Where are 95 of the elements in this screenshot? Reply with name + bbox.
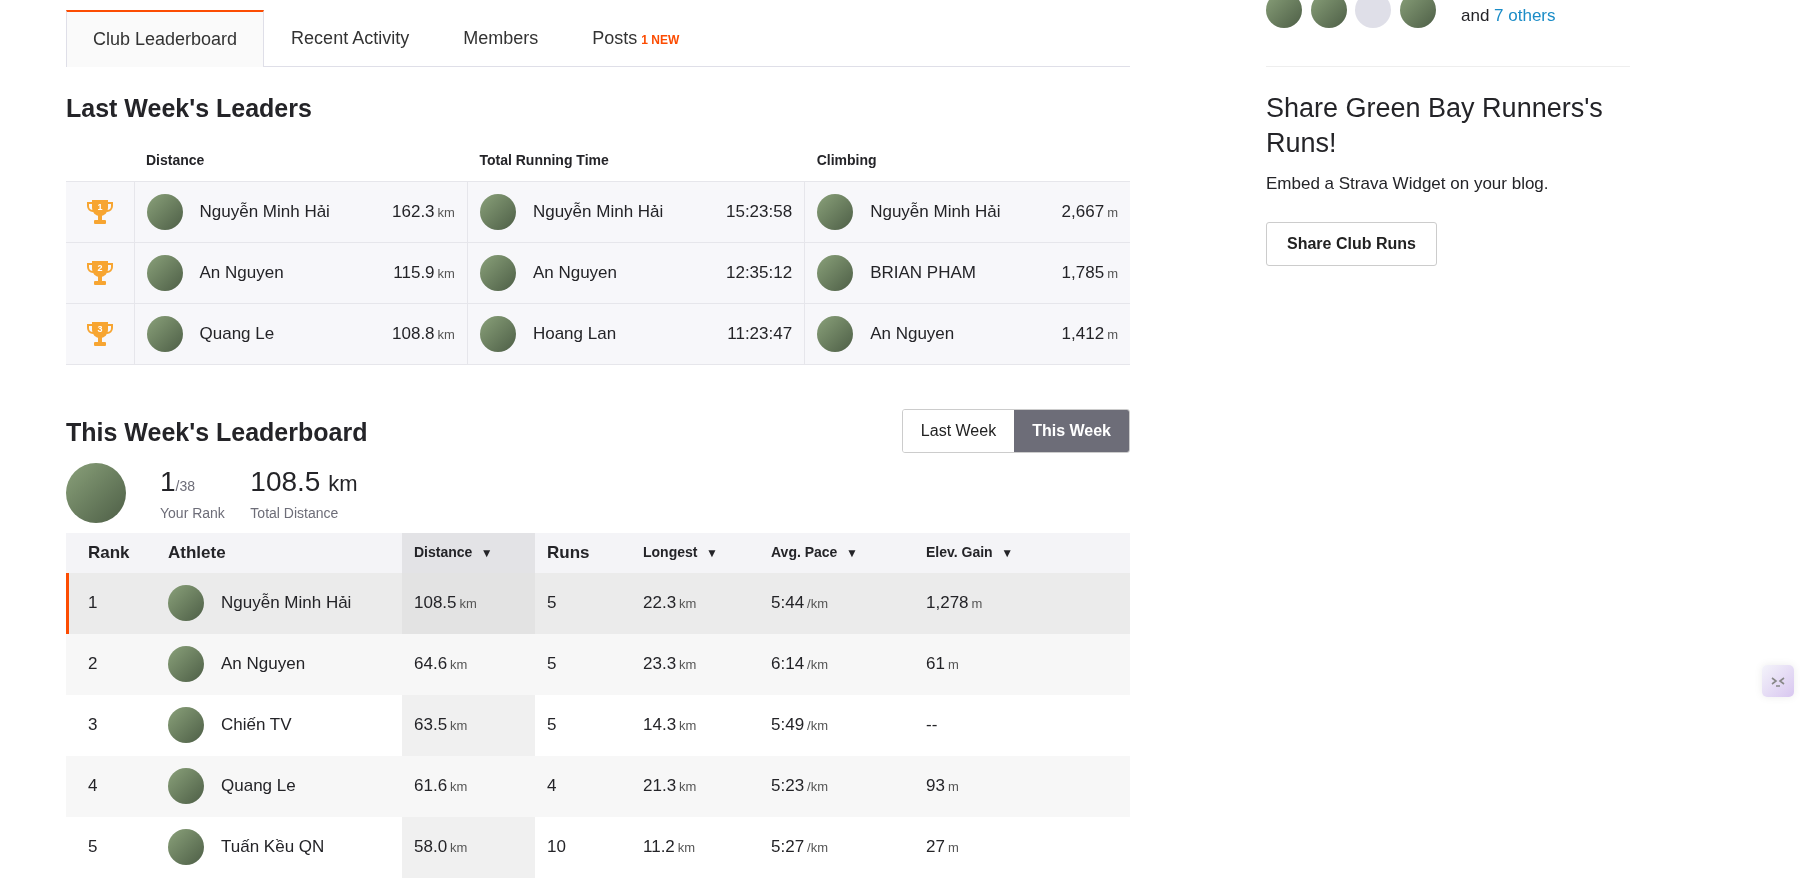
column-header: Distance <box>134 139 468 181</box>
photo-placeholder <box>1266 0 1302 28</box>
table-cell: 93 m <box>926 776 959 796</box>
stat-value: 115.9 km <box>393 261 455 284</box>
table-cell: 5 <box>547 593 557 613</box>
column-header: Athlete <box>156 532 402 573</box>
distance-value: 108.5 km <box>250 465 358 499</box>
athlete-name: An Nguyen <box>532 261 619 284</box>
column-header: Rank <box>66 532 156 573</box>
table-cell: 1,278 m <box>926 593 983 613</box>
rank-cell: 1 <box>88 593 98 613</box>
photo-placeholder <box>479 315 516 352</box>
table-cell: 14.3 km <box>643 715 697 735</box>
column-header[interactable]: Elev. Gain ▼ <box>914 532 1130 573</box>
photo-placeholder <box>168 829 204 865</box>
share-club-runs-button[interactable]: Share Club Runs <box>1266 222 1437 267</box>
column-header[interactable]: Distance ▼ <box>402 532 535 573</box>
stat-value: 11:23:47 <box>727 322 793 345</box>
rank-cell: 4 <box>88 776 98 796</box>
photo-placeholder <box>817 193 854 230</box>
photo-placeholder <box>1399 0 1436 28</box>
table-cell: -- <box>926 715 938 735</box>
stat-value: 12:35:12 <box>725 261 793 284</box>
stat-label: Total Distance <box>250 504 340 523</box>
column-header[interactable]: Avg. Pace ▼ <box>759 532 914 573</box>
photo-placeholder <box>168 646 204 682</box>
column-header[interactable]: Longest ▼ <box>631 532 759 573</box>
face-icon[interactable] <box>1762 665 1794 697</box>
photo-placeholder <box>479 254 516 291</box>
photo-placeholder <box>146 315 183 352</box>
photo-placeholder <box>168 768 204 804</box>
stat-value: 1,412 m <box>1061 322 1118 345</box>
table-cell: 5 <box>547 715 557 735</box>
athlete-name: Hoang Lan <box>532 322 618 345</box>
week-toggle-button[interactable]: This Week <box>1014 409 1129 452</box>
athlete-name: Tuấn Kều QN <box>221 836 325 859</box>
rank-cell: 5 <box>88 837 98 857</box>
table-cell: 5 <box>547 654 557 674</box>
athlete-name: Nguyễn Minh Hải <box>221 592 352 615</box>
stat-value: 108.8 km <box>392 322 455 345</box>
stat-value: 15:23:58 <box>725 200 793 223</box>
athlete-name: Nguyễn Minh Hải <box>199 200 331 223</box>
stat-label: Your Rank <box>160 504 225 523</box>
members-text: and 7 others <box>1461 4 1556 27</box>
athlete-name: BRIAN PHAM <box>870 261 977 284</box>
stat-value: 162.3 km <box>392 200 455 223</box>
table-cell: 58.0 km <box>414 837 468 857</box>
photo-placeholder <box>146 193 183 230</box>
table-cell: 5:23 /km <box>771 776 829 796</box>
column-header: Total Running Time <box>467 139 805 181</box>
table-cell: 10 <box>547 837 566 857</box>
avatar-silhouette <box>1355 0 1391 28</box>
stat-value: 1,785 m <box>1061 261 1118 284</box>
athlete-name: An Nguyen <box>221 653 306 676</box>
photo-placeholder <box>1310 0 1347 28</box>
photo-placeholder <box>817 315 854 352</box>
table-cell: 23.3 km <box>643 654 697 674</box>
table-cell: 5:49 /km <box>771 715 829 735</box>
section-title: This Week's Leaderboard <box>66 417 368 447</box>
athlete-name: An Nguyen <box>870 322 956 345</box>
rank-value: 1/38 <box>160 465 197 499</box>
athlete-name: Quang Le <box>199 322 276 345</box>
photo-placeholder <box>146 254 183 291</box>
others-link[interactable]: 7 others <box>1494 5 1556 25</box>
table-cell: 61.6 km <box>414 776 468 796</box>
tab[interactable]: Club Leaderboard <box>66 10 265 67</box>
photo-placeholder <box>479 193 516 230</box>
table-cell: 5:27 /km <box>771 837 829 857</box>
table-cell: 108.5 km <box>414 593 477 613</box>
athlete-name: Chiến TV <box>221 714 292 737</box>
table-cell: 27 m <box>926 837 959 857</box>
athlete-name: Nguyễn Minh Hải <box>532 200 665 223</box>
share-description: Embed a Strava Widget on your blog. <box>1266 173 1550 196</box>
table-cell: 4 <box>547 776 557 796</box>
athlete-name: Nguyễn Minh Hải <box>870 200 1002 223</box>
column-header: Runs <box>535 532 631 573</box>
athlete-name: An Nguyen <box>199 261 285 284</box>
table-cell: 5:44 /km <box>771 593 829 613</box>
photo-placeholder <box>817 254 854 291</box>
rank-cell: 3 <box>88 715 98 735</box>
rank-cell: 2 <box>88 654 98 674</box>
athlete-name: Quang Le <box>221 775 296 798</box>
table-cell: 6:14 /km <box>771 654 829 674</box>
photo-placeholder <box>168 707 204 743</box>
table-cell: 64.6 km <box>414 654 468 674</box>
table-cell: 63.5 km <box>414 715 468 735</box>
table-cell: 21.3 km <box>643 776 697 796</box>
column-header: Climbing <box>804 139 1130 181</box>
table-cell: 22.3 km <box>643 593 697 613</box>
table-cell: 61 m <box>926 654 959 674</box>
stat-value: 2,667 m <box>1061 200 1118 223</box>
share-title: Share Green Bay Runners's Runs! <box>1266 92 1604 161</box>
section-title: Last Week's Leaders <box>66 92 313 123</box>
table-cell: 11.2 km <box>643 837 696 857</box>
photo-placeholder <box>168 585 204 621</box>
